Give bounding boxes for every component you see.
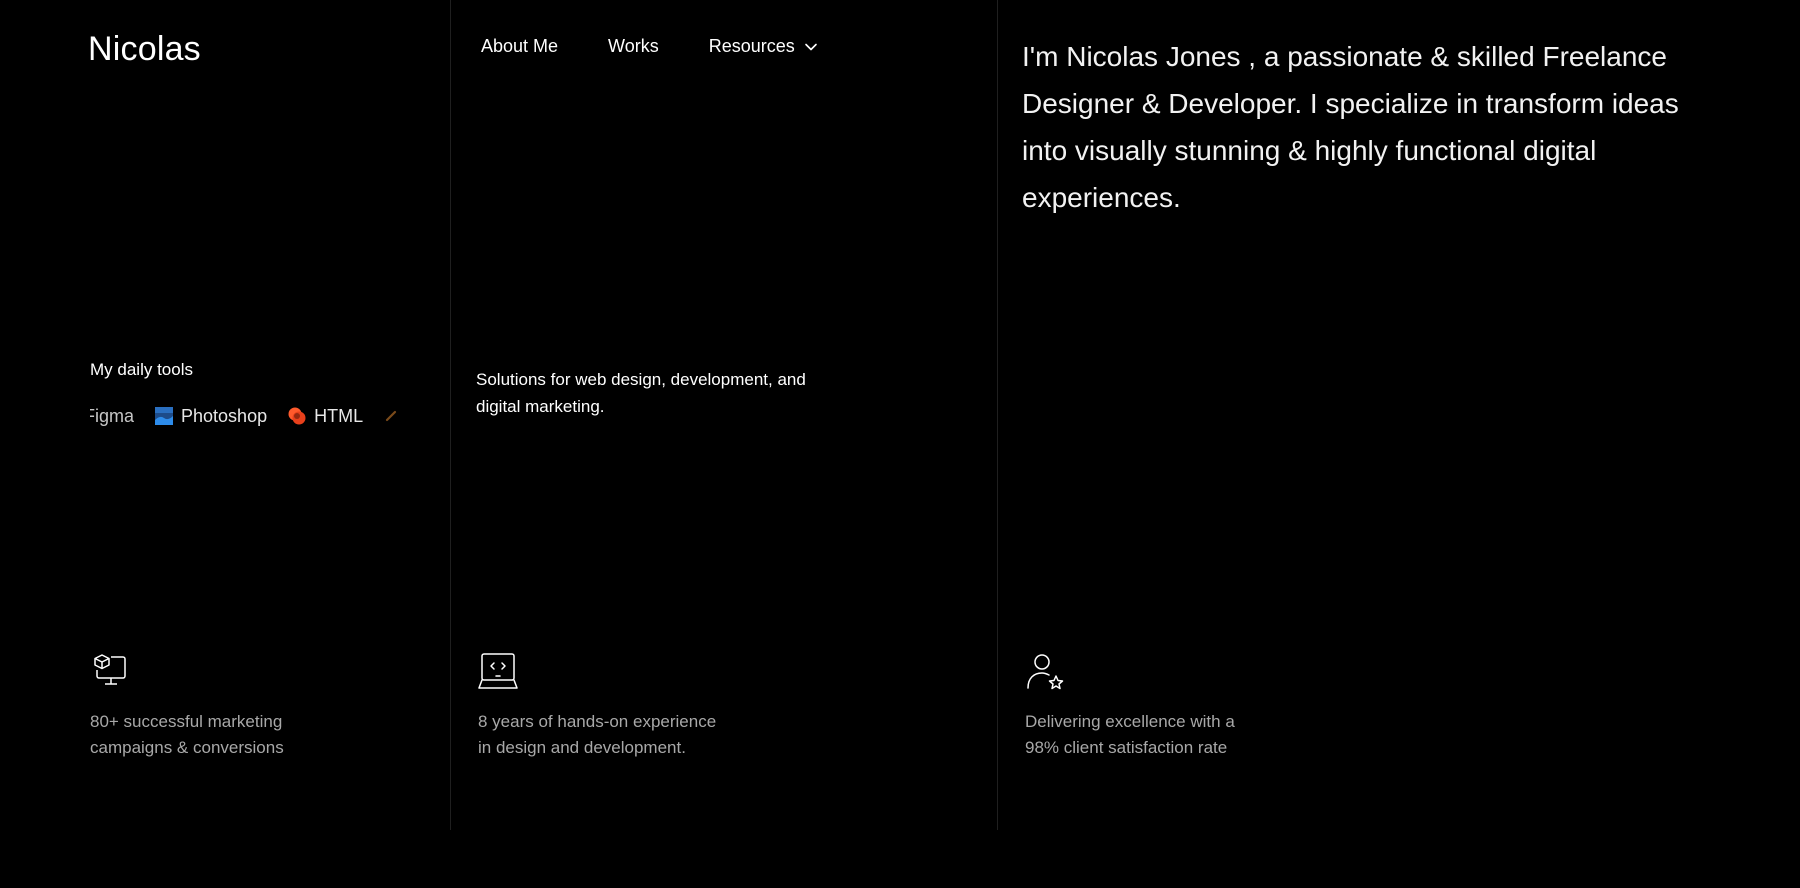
main-nav: About Me Works Resources xyxy=(481,36,818,57)
tools-heading: My daily tools xyxy=(90,360,193,379)
column-divider-1 xyxy=(450,0,451,830)
nav-resources-label: Resources xyxy=(708,36,795,56)
stat-experience-line1: 8 years of hands-on experience xyxy=(478,712,717,731)
tool-partial-icon xyxy=(385,410,397,422)
column-divider-2 xyxy=(997,0,998,830)
tool-photoshop-label: Photoshop xyxy=(181,405,268,426)
stat-experience-line2: in design and development. xyxy=(478,738,686,757)
nav-resources[interactable]: Resources xyxy=(709,36,818,57)
stat-satisfaction-line2: 98% client satisfaction rate xyxy=(1025,738,1228,757)
stat-marketing-line1: 80+ successful marketing xyxy=(90,712,283,731)
nav-about-me-label: About Me xyxy=(481,36,559,56)
monitor-box-icon xyxy=(94,654,126,685)
tool-figma-label: Figma xyxy=(90,405,135,426)
tools-marquee: Figma Photoshop HTML xyxy=(90,401,410,431)
stat-card-marketing: 80+ successful marketing campaigns & con… xyxy=(90,652,284,761)
tool-html-label: HTML xyxy=(314,405,364,426)
intro-text: I'm Nicolas Jones , a passionate & skill… xyxy=(1022,41,1679,213)
chevron-down-icon xyxy=(804,43,817,50)
html-icon xyxy=(288,407,306,425)
stat-card-satisfaction: Delivering excellence with a 98% client … xyxy=(1025,652,1235,761)
laptop-code-icon xyxy=(478,653,518,689)
photoshop-icon xyxy=(155,407,174,425)
solutions-text: Solutions for web design, development, a… xyxy=(476,370,806,416)
stat-marketing-line2: campaigns & conversions xyxy=(90,738,284,757)
stat-satisfaction-line1: Delivering excellence with a xyxy=(1025,712,1235,731)
logo[interactable]: Nicolas xyxy=(88,30,201,69)
nav-about-me[interactable]: About Me xyxy=(481,36,558,57)
tool-figma: Figma xyxy=(90,406,134,427)
nav-works[interactable]: Works xyxy=(608,36,659,57)
stat-card-experience: 8 years of hands-on experience in design… xyxy=(478,652,716,761)
tool-photoshop: Photoshop xyxy=(154,406,267,427)
tool-html: HTML xyxy=(287,406,363,427)
tool-next-partial xyxy=(383,406,403,426)
nav-works-label: Works xyxy=(608,36,659,56)
user-star-icon xyxy=(1027,654,1064,690)
